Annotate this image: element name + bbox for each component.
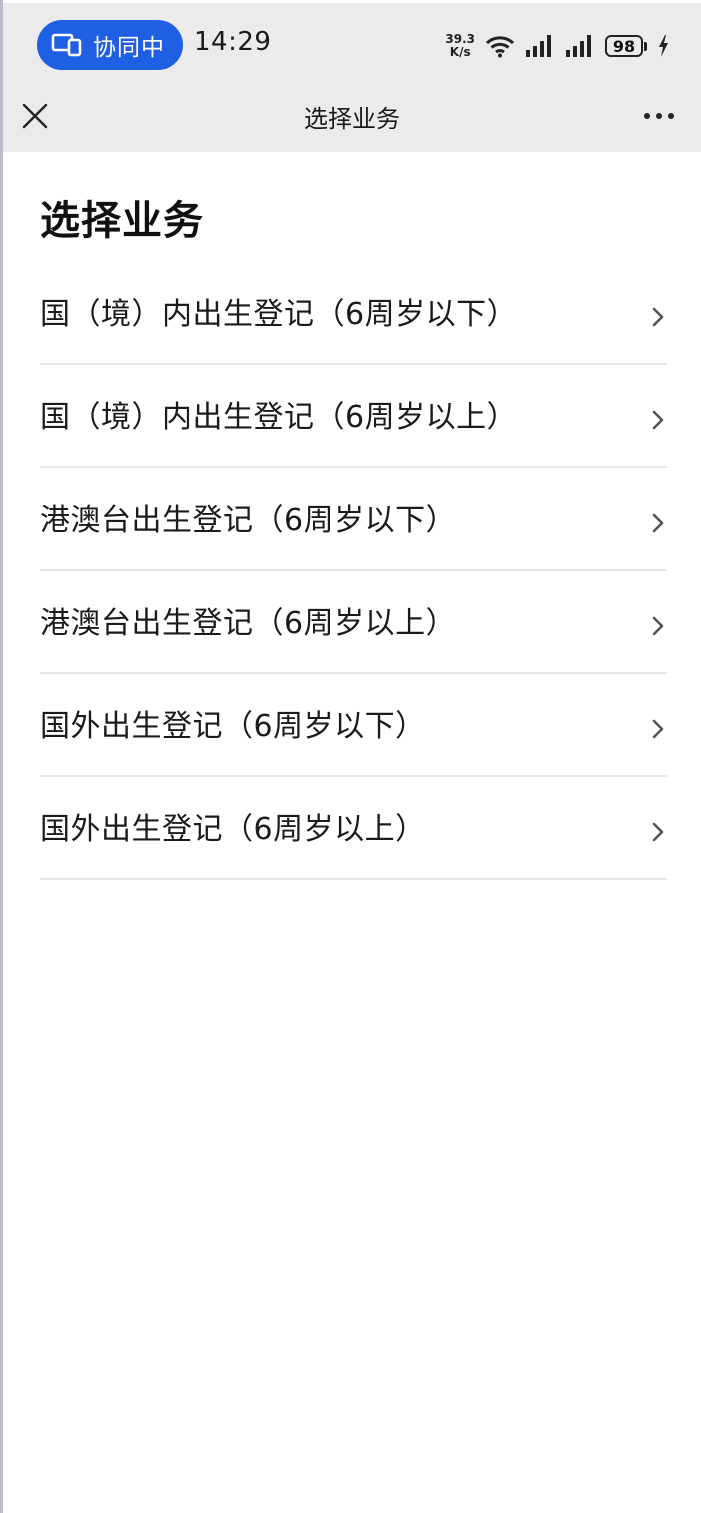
- service-item[interactable]: 国（境）内出生登记（6周岁以下）: [40, 262, 667, 365]
- page-heading: 选择业务: [40, 198, 204, 244]
- status-bar: 协同中 14:29 39.3 K/s 98: [3, 3, 701, 83]
- status-time: 14:29: [194, 27, 272, 57]
- nav-bar: 选择业务: [3, 83, 701, 152]
- chevron-right-icon: [652, 719, 664, 739]
- network-speed: 39.3 K/s: [445, 33, 475, 59]
- nav-title: 选择业务: [304, 105, 400, 133]
- status-icons: 39.3 K/s 98: [445, 29, 669, 63]
- collab-status-pill[interactable]: 协同中: [37, 20, 183, 70]
- network-speed-unit: K/s: [449, 45, 471, 59]
- chevron-right-icon: [652, 410, 664, 430]
- service-item[interactable]: 国外出生登记（6周岁以下）: [40, 674, 667, 777]
- chevron-right-icon: [652, 822, 664, 842]
- chevron-right-icon: [652, 616, 664, 636]
- battery-tip: [644, 41, 647, 51]
- left-edge: [0, 0, 3, 1513]
- service-item[interactable]: 国（境）内出生登记（6周岁以上）: [40, 365, 667, 468]
- service-item[interactable]: 国外出生登记（6周岁以上）: [40, 777, 667, 880]
- service-label: 国（境）内出生登记（6周岁以上）: [40, 399, 518, 435]
- service-item[interactable]: 港澳台出生登记（6周岁以上）: [40, 571, 667, 674]
- chevron-right-icon: [652, 307, 664, 327]
- service-label: 国外出生登记（6周岁以上）: [40, 811, 426, 847]
- more-button[interactable]: [639, 100, 679, 132]
- charging-bolt-icon: [659, 35, 668, 57]
- service-list: 国（境）内出生登记（6周岁以下） 国（境）内出生登记（6周岁以上） 港澳台出生登…: [40, 262, 667, 880]
- more-icon: [644, 113, 674, 119]
- collab-label: 协同中: [93, 35, 165, 61]
- service-label: 港澳台出生登记（6周岁以下）: [40, 502, 457, 538]
- service-label: 国外出生登记（6周岁以下）: [40, 708, 426, 744]
- devices-icon: [51, 33, 82, 57]
- wifi-icon: [485, 36, 515, 58]
- signal-icon: [526, 35, 551, 57]
- chevron-right-icon: [652, 513, 664, 533]
- service-label: 港澳台出生登记（6周岁以上）: [40, 605, 457, 641]
- signal-icon-2: [566, 35, 591, 57]
- screen: 协同中 14:29 39.3 K/s 98 选择业务 选择业务 国（境）内出生登…: [0, 0, 701, 1513]
- battery-icon: 98: [605, 35, 647, 57]
- service-label: 国（境）内出生登记（6周岁以下）: [40, 296, 518, 332]
- top-area: 协同中 14:29 39.3 K/s 98 选择业务: [3, 3, 701, 152]
- service-item[interactable]: 港澳台出生登记（6周岁以下）: [40, 468, 667, 571]
- battery-level: 98: [605, 35, 643, 57]
